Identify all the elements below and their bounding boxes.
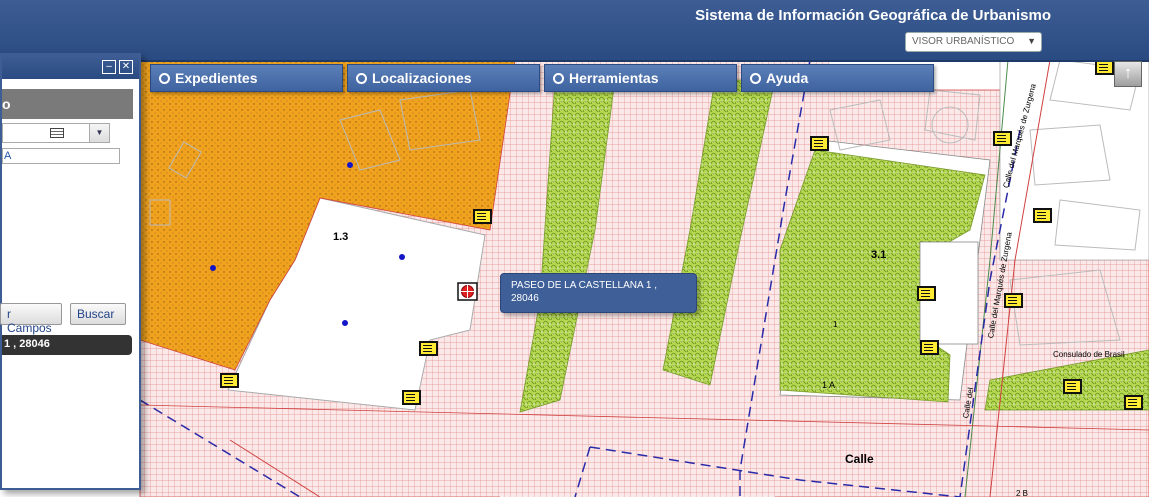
address-tooltip: PASEO DE LA CASTELLANA 1 , 28046 xyxy=(500,273,697,313)
menu-expedientes[interactable]: Expedientes xyxy=(150,64,343,92)
card-icon xyxy=(50,128,64,138)
radio-icon xyxy=(553,73,564,84)
radio-icon xyxy=(159,73,170,84)
search-panel: – ✕ o ▼ A r Campos Buscar 1 , 28046 xyxy=(0,53,141,490)
menu-label: Expedientes xyxy=(175,70,258,86)
field-select[interactable]: ▼ xyxy=(2,123,110,143)
point-marker xyxy=(347,162,353,168)
info-icon[interactable] xyxy=(419,341,438,356)
info-icon[interactable] xyxy=(993,131,1012,146)
point-marker xyxy=(342,320,348,326)
radio-icon xyxy=(356,73,367,84)
point-marker xyxy=(210,265,216,271)
info-icon[interactable] xyxy=(220,373,239,388)
search-result[interactable]: 1 , 28046 xyxy=(2,335,132,355)
tooltip-line: PASEO DE LA CASTELLANA 1 , xyxy=(511,280,657,291)
up-arrow-icon[interactable]: ↑ xyxy=(1114,61,1142,87)
app-header: Sistema de Información Geográfica de Urb… xyxy=(0,0,1149,62)
building-label: Consulado de Brasil xyxy=(1053,350,1125,359)
radio-icon xyxy=(750,73,761,84)
menu-herramientas[interactable]: Herramientas xyxy=(544,64,737,92)
info-icon[interactable] xyxy=(917,286,936,301)
info-icon[interactable] xyxy=(1033,208,1052,223)
info-icon[interactable] xyxy=(473,209,492,224)
info-icon[interactable] xyxy=(402,390,421,405)
menu-label: Ayuda xyxy=(766,70,809,86)
fields-button[interactable]: r Campos xyxy=(0,303,62,335)
parcel-right-top xyxy=(999,59,1149,261)
info-icon[interactable] xyxy=(810,136,829,151)
parcel-label: 1.3 xyxy=(333,231,349,243)
parcel-label: 1 A xyxy=(822,380,836,390)
tooltip-line: 28046 xyxy=(511,293,539,304)
location-marker-icon[interactable] xyxy=(457,282,478,301)
app-title: Sistema de Información Geográfica de Urb… xyxy=(695,7,1051,24)
parcel-label: 3.1 xyxy=(871,249,887,261)
info-icon[interactable] xyxy=(1063,379,1082,394)
panel-heading: o xyxy=(2,89,133,119)
chevron-down-icon[interactable]: ▼ xyxy=(89,124,109,142)
search-button[interactable]: Buscar xyxy=(70,303,126,325)
minimize-icon[interactable]: – xyxy=(102,60,116,74)
info-icon[interactable] xyxy=(1095,60,1114,75)
point-marker xyxy=(399,254,405,260)
viewer-select-value: VISOR URBANÍSTICO xyxy=(912,36,1015,47)
panel-titlebar[interactable]: – ✕ xyxy=(2,55,139,79)
parcel-label: 2 B xyxy=(1016,489,1029,497)
close-icon[interactable]: ✕ xyxy=(119,60,133,74)
menu-label: Herramientas xyxy=(569,70,659,86)
parcel-label: 1 xyxy=(833,320,838,329)
viewer-select[interactable]: VISOR URBANÍSTICO ▼ xyxy=(905,32,1042,52)
street-label: Calle xyxy=(845,452,874,466)
search-input[interactable]: A xyxy=(2,148,120,164)
menu-ayuda[interactable]: Ayuda xyxy=(741,64,934,92)
menu-localizaciones[interactable]: Localizaciones xyxy=(347,64,540,92)
chevron-down-icon: ▼ xyxy=(1027,36,1036,46)
info-icon[interactable] xyxy=(920,340,939,355)
info-icon[interactable] xyxy=(1004,293,1023,308)
menu-label: Localizaciones xyxy=(372,70,472,86)
info-icon[interactable] xyxy=(1124,395,1143,410)
